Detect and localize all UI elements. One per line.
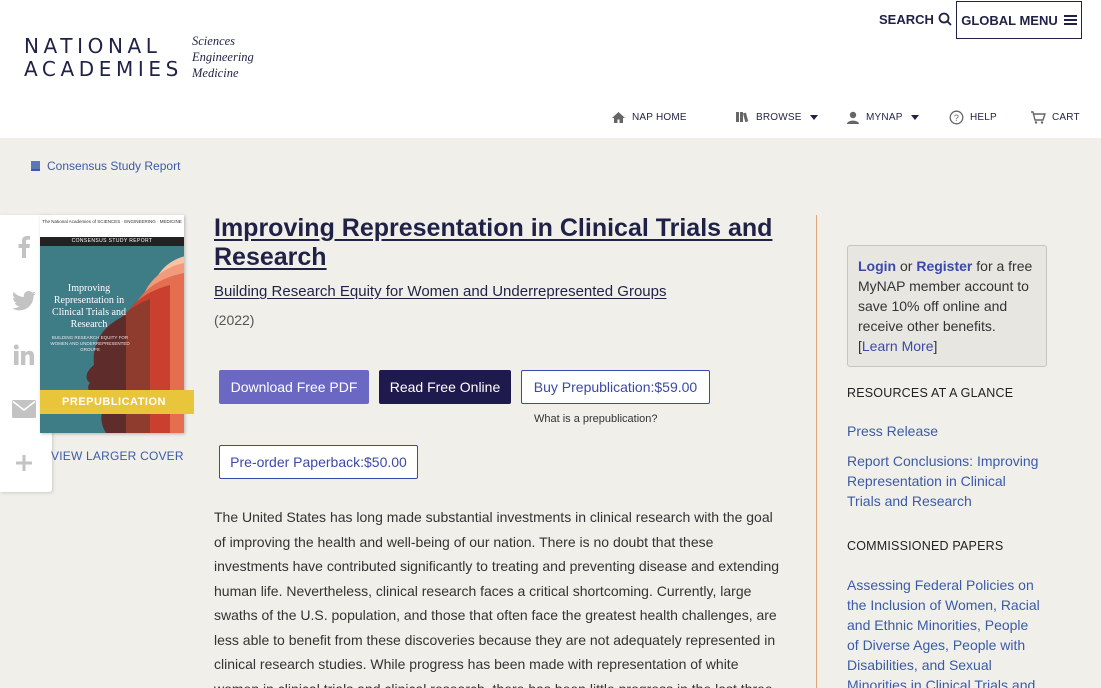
global-menu-label: GLOBAL MENU: [961, 12, 1058, 28]
logo-tag-medicine: Medicine: [192, 66, 239, 80]
home-icon: [612, 111, 625, 123]
register-link[interactable]: Register: [916, 258, 972, 274]
bracket-close: ]: [933, 338, 938, 354]
download-free-pdf-button[interactable]: Download Free PDF: [219, 370, 369, 404]
books-icon: [736, 112, 749, 123]
commissioned-papers-heading: COMMISSIONED PAPERS: [847, 539, 1004, 553]
plus-icon: [16, 455, 32, 471]
nav-mynap-label: MYNAP: [866, 111, 903, 123]
logo-tagline: Sciences Engineering Medicine: [192, 33, 254, 81]
share-linkedin[interactable]: [10, 341, 38, 369]
cart-icon: [1031, 110, 1046, 124]
breadcrumb-consensus-report[interactable]: Consensus Study Report: [30, 159, 180, 173]
share-more[interactable]: [10, 449, 38, 477]
read-free-online-button[interactable]: Read Free Online: [379, 370, 511, 404]
search-icon: [938, 12, 952, 26]
nav-nap-home-label: NAP HOME: [632, 111, 687, 123]
twitter-icon: [12, 291, 36, 311]
search-button[interactable]: SEARCH: [879, 11, 952, 27]
logo-tag-sciences: Sciences: [192, 34, 236, 48]
column-divider: [816, 215, 817, 688]
what-is-prepublication-link[interactable]: What is a prepublication?: [534, 413, 658, 425]
commissioned-paper-link[interactable]: Assessing Federal Policies on the Inclus…: [847, 575, 1042, 688]
logo-tag-engineering: Engineering: [192, 50, 254, 64]
breadcrumb-label: Consensus Study Report: [47, 159, 181, 173]
nav-help[interactable]: ? HELP: [949, 108, 997, 126]
help-icon: ?: [949, 110, 964, 124]
user-icon: [847, 111, 859, 124]
report-conclusions-link[interactable]: Report Conclusions: Improving Representa…: [847, 451, 1042, 511]
book-subtitle[interactable]: Building Research Equity for Women and U…: [214, 283, 666, 300]
global-menu-button[interactable]: GLOBAL MENU: [956, 1, 1082, 39]
nav-cart-label: CART: [1052, 111, 1080, 123]
view-larger-cover-link[interactable]: VIEW LARGER COVER: [51, 449, 184, 463]
site-header: NATIONAL ACADEMIES Sciences Engineering …: [0, 0, 1101, 138]
chevron-down-icon: [809, 114, 818, 120]
cover-title: Improving Representation in Clinical Tri…: [52, 283, 126, 330]
learn-more-link[interactable]: Learn More: [862, 338, 934, 354]
nav-cart[interactable]: CART: [1030, 108, 1080, 126]
share-email[interactable]: [10, 395, 38, 423]
facebook-icon: [18, 236, 30, 258]
search-label: SEARCH: [879, 11, 934, 27]
national-academies-logo[interactable]: NATIONAL ACADEMIES: [24, 35, 183, 81]
share-facebook[interactable]: [10, 233, 38, 261]
nav-browse[interactable]: BROWSE: [735, 108, 818, 126]
prepublication-ribbon: PREPUBLICATION: [40, 390, 194, 414]
linkedin-icon: [13, 344, 34, 365]
svg-text:?: ?: [954, 113, 959, 123]
publication-year: (2022): [214, 312, 255, 328]
resources-heading: RESOURCES AT A GLANCE: [847, 386, 1014, 400]
logo-word-national: NATIONAL: [24, 34, 162, 58]
book-title[interactable]: Improving Representation in Clinical Tri…: [214, 214, 794, 272]
login-link[interactable]: Login: [858, 258, 896, 274]
nav-browse-label: BROWSE: [756, 111, 802, 123]
main-nav: NAP HOME BROWSE MYNAP ? HELP CART: [0, 108, 1101, 128]
press-release-link[interactable]: Press Release: [847, 421, 1042, 441]
chevron-down-icon: [910, 114, 919, 120]
nav-nap-home[interactable]: NAP HOME: [611, 108, 687, 126]
preorder-paperback-button[interactable]: Pre-order Paperback:$50.00: [219, 445, 418, 479]
hamburger-icon: [1063, 15, 1077, 25]
book-description: The United States has long made substant…: [214, 509, 780, 688]
nav-help-label: HELP: [970, 111, 997, 123]
login-or-text: or: [896, 258, 917, 274]
share-twitter[interactable]: [10, 287, 38, 315]
cover-subtitle: BUILDING RESEARCH EQUITY FOR WOMEN AND U…: [50, 335, 130, 352]
book-icon: [31, 161, 40, 171]
email-icon: [12, 400, 36, 418]
nav-mynap[interactable]: MYNAP: [846, 108, 919, 126]
mynap-login-box: Login or Register for a free MyNAP membe…: [847, 245, 1047, 367]
logo-word-academies: ACADEMIES: [24, 57, 183, 81]
cover-publisher-text: The National Academies of SCIENCES · ENG…: [42, 219, 182, 224]
cover-consensus-band: CONSENSUS STUDY REPORT: [40, 237, 184, 246]
buy-prepublication-button[interactable]: Buy Prepublication:$59.00: [521, 370, 710, 404]
